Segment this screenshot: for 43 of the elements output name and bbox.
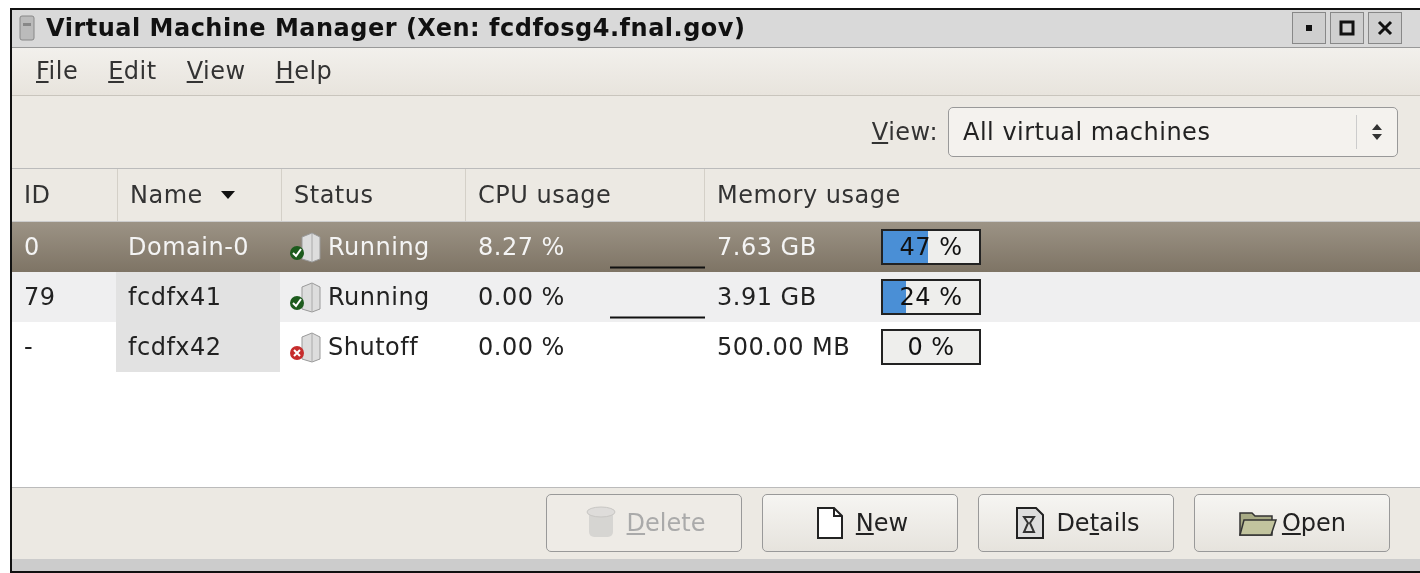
status-text: Running (328, 282, 430, 311)
server-error-icon (288, 330, 322, 363)
close-icon (1377, 20, 1393, 37)
column-header[interactable]: Status (282, 168, 466, 221)
memory-text: 7.63 GB (717, 232, 818, 261)
column-header[interactable]: Name (118, 168, 282, 221)
status-text: Shutoff (328, 332, 419, 361)
window-title: Virtual Machine Manager (Xen: fcdfosg4.fnal.gov) (46, 14, 747, 43)
table-cell-text: - (23, 331, 35, 363)
minimize-icon (1304, 23, 1314, 34)
server-check-icon (288, 280, 322, 313)
cpu-text: 0.00 % (478, 282, 565, 311)
details-button[interactable]: Details (978, 494, 1174, 553)
view-dropdown[interactable]: All virtual machines (948, 106, 1398, 157)
view-label: View: (871, 117, 938, 146)
status-text: Running (328, 232, 430, 261)
table-row[interactable]: - fcdfx42 Shutoff 0.00 % 500.00 MB 0 % (12, 321, 1420, 372)
new-button[interactable]: New (762, 494, 958, 553)
column-header[interactable]: CPU usage (466, 168, 705, 221)
memory-text: 500.00 MB (717, 332, 852, 361)
sort-down-icon (220, 189, 235, 200)
menu-item[interactable]: View (186, 57, 246, 86)
column-header[interactable]: ID (12, 168, 118, 221)
cpu-text: 8.27 % (478, 232, 565, 261)
maximize-button[interactable] (1330, 12, 1364, 45)
minimize-button[interactable] (1292, 12, 1326, 45)
memory-text: 3.91 GB (717, 282, 818, 311)
table-cell-text: 79 (23, 281, 57, 313)
menu-item[interactable]: File (36, 57, 79, 86)
maximize-icon (1339, 20, 1355, 37)
column-header[interactable]: Memory usage (705, 168, 1420, 221)
app-icon (18, 15, 36, 42)
table-cell: fcdfx41 (116, 271, 280, 322)
open-button[interactable]: Open (1194, 494, 1390, 553)
table-cell: fcdfx42 (116, 321, 280, 372)
table-cell-text: Domain-0 (127, 231, 251, 263)
memory-bar: 0 % (881, 328, 981, 365)
menu-item[interactable]: Help (275, 57, 333, 86)
server-check-icon (288, 230, 322, 263)
close-button[interactable] (1368, 12, 1402, 45)
cpu-text: 0.00 % (478, 332, 565, 361)
menu-item[interactable]: Edit (108, 57, 157, 86)
table-cell-text: 0 (23, 231, 41, 263)
